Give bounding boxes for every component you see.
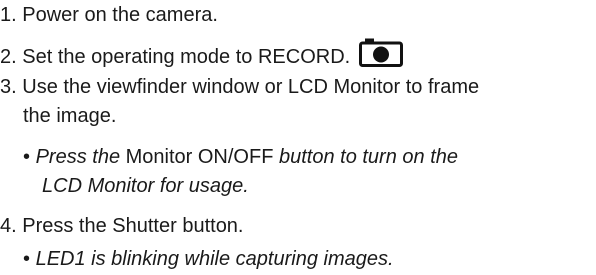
step-3-continuation: the image. (23, 105, 117, 127)
step-text: Set the operating mode to RECORD. (22, 46, 351, 68)
step-text: Press the Shutter button. (22, 215, 244, 237)
bullet-italic-text: LCD Monitor for usage. (42, 175, 249, 197)
bullet-normal-text: Monitor ON/OFF (120, 146, 279, 168)
step-3-bullet-continuation: LCD Monitor for usage. (42, 174, 249, 198)
bullet-symbol: • (23, 248, 31, 270)
bullet-italic-text: Press the (35, 146, 121, 168)
step-3-bullet: • Press the Monitor ON/OFF button to tur… (23, 145, 458, 169)
bullet-symbol: • (23, 146, 31, 168)
step-number: 1. (0, 4, 17, 26)
bullet-italic-text: LED1 is blinking while capturing images. (35, 248, 394, 270)
step-number: 4. (0, 215, 17, 237)
bullet-italic-text: button to turn on the (278, 146, 458, 168)
step-text: Power on the camera. (22, 4, 218, 26)
camera-icon (358, 38, 403, 67)
step-4-bullet: • LED1 is blinking while capturing image… (23, 247, 394, 271)
step-text: Use the viewfinder window or LCD Monitor… (22, 76, 480, 98)
step-2: 2. Set the operating mode to RECORD. (0, 37, 403, 69)
step-1: 1. Power on the camera. (0, 3, 218, 27)
step-4: 4. Press the Shutter button. (0, 214, 244, 238)
step-number: 3. (0, 76, 17, 98)
step-number: 2. (0, 46, 17, 68)
step-3: 3. Use the viewfinder window or LCD Moni… (0, 75, 479, 99)
